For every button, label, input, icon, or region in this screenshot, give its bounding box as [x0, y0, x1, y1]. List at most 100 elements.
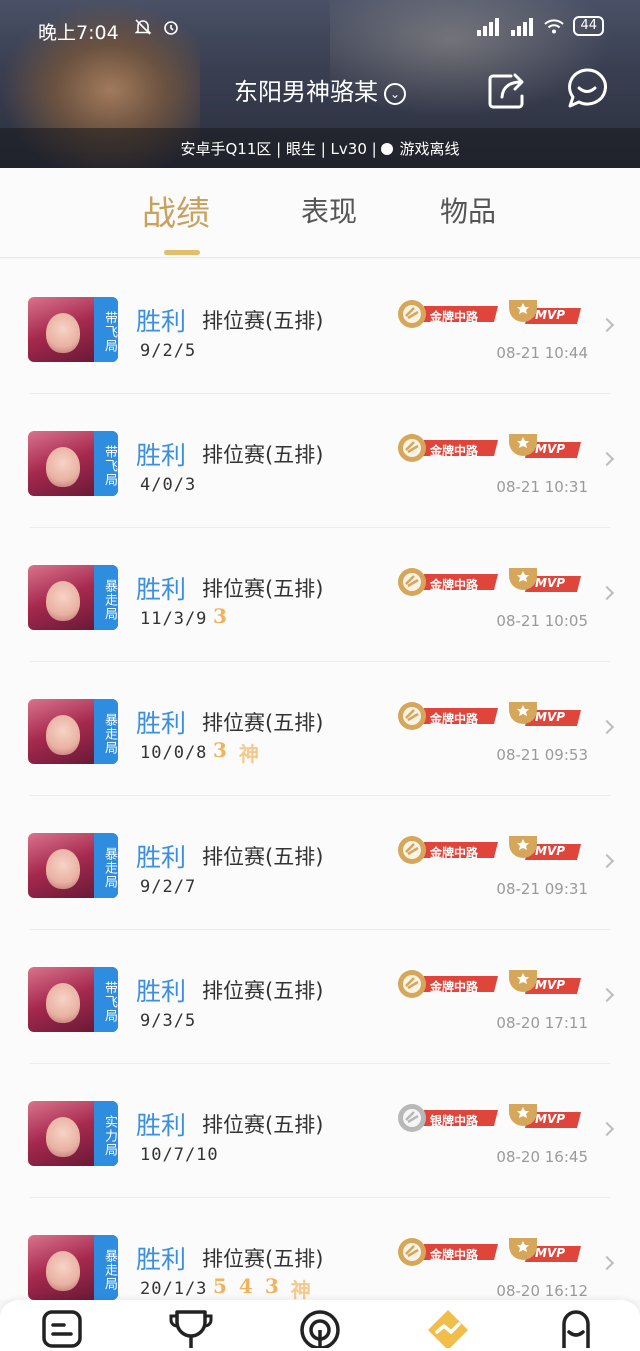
- hero-avatar: 带飞局: [28, 297, 118, 362]
- match-time: 08-20 16:45: [496, 1148, 588, 1166]
- kill-streak-mark: 4: [238, 1274, 253, 1298]
- lane-badge-label: 金牌中路: [430, 1248, 479, 1262]
- match-list[interactable]: 带飞局 胜利 排位赛(五排) 9/2/5 金牌中路 MVP 08-21 10:4…: [0, 260, 640, 1300]
- hero-avatar: 实力局: [28, 1101, 118, 1166]
- match-row[interactable]: 实力局 胜利 排位赛(五排) 10/7/10 银牌中路 MVP 08-20 16…: [0, 1064, 640, 1198]
- player-server-rank: 安卓手Q11区 | 眼生 | Lv30 |: [180, 140, 377, 158]
- player-name: 东阳男神骆某: [234, 78, 378, 106]
- chevron-right-icon[interactable]: [599, 585, 615, 601]
- chevron-right-icon[interactable]: [599, 1121, 615, 1137]
- chevron-down-circle-icon[interactable]: ⌄: [384, 83, 406, 105]
- match-result: 胜利: [136, 307, 187, 336]
- match-tag: 暴走局: [94, 565, 118, 630]
- lane-badge: 金牌中路: [394, 700, 502, 732]
- match-row[interactable]: 暴走局 胜利 排位赛(五排) 20/1/3 543神 金牌中路 MVP 08-2…: [0, 1198, 640, 1300]
- match-tag: 带飞局: [94, 967, 118, 1032]
- match-result: 胜利: [136, 977, 187, 1006]
- match-row[interactable]: 暴走局 胜利 排位赛(五排) 11/3/9 3 金牌中路 MVP 08-21 1…: [0, 528, 640, 662]
- mvp-badge: MVP: [507, 566, 583, 598]
- status-bar: 晚上7:04 44: [0, 14, 640, 48]
- trend-diamond-icon[interactable]: [424, 1308, 472, 1348]
- lane-badge: 金牌中路: [394, 1236, 502, 1268]
- chat-bubble-icon[interactable]: [565, 66, 609, 110]
- bottom-navigation: [0, 1300, 640, 1351]
- match-result: 胜利: [136, 575, 187, 604]
- match-time: 08-20 16:12: [496, 1282, 588, 1300]
- hero-portrait: [46, 715, 80, 755]
- match-tag: 带飞局: [94, 297, 118, 362]
- match-time: 08-21 10:05: [496, 612, 588, 630]
- mvp-label: MVP: [535, 844, 566, 858]
- match-row[interactable]: 带飞局 胜利 排位赛(五排) 9/2/5 金牌中路 MVP 08-21 10:4…: [0, 260, 640, 394]
- profile-name-row[interactable]: 东阳男神骆某 ⌄: [0, 72, 640, 107]
- mvp-label: MVP: [535, 576, 566, 590]
- chevron-right-icon[interactable]: [599, 1255, 615, 1271]
- hero-portrait: [46, 983, 80, 1023]
- match-mode: 排位赛(五排): [202, 711, 324, 735]
- lane-badge-label: 金牌中路: [430, 310, 479, 324]
- mvp-label: MVP: [535, 978, 566, 992]
- status-system-icons: 44: [475, 16, 604, 36]
- match-mode: 排位赛(五排): [202, 979, 324, 1003]
- match-row[interactable]: 带飞局 胜利 排位赛(五排) 9/3/5 金牌中路 MVP 08-20 17:1…: [0, 930, 640, 1064]
- battery-indicator: 44: [573, 16, 604, 36]
- wifi-icon: [544, 19, 565, 34]
- match-mode: 排位赛(五排): [202, 309, 324, 333]
- match-time: 08-21 09:53: [496, 746, 588, 764]
- match-tag: 暴走局: [94, 833, 118, 898]
- chevron-right-icon[interactable]: [599, 853, 615, 869]
- match-kda: 4/0/3: [140, 475, 197, 495]
- mvp-badge: MVP: [507, 298, 583, 330]
- status-notification-icons: [134, 18, 180, 36]
- match-time: 08-21 10:44: [496, 344, 588, 362]
- hero-portrait: [46, 849, 80, 889]
- hero-portrait: [46, 581, 80, 621]
- hero-avatar: 暴走局: [28, 1235, 118, 1300]
- tab-performance[interactable]: 表现: [301, 190, 357, 230]
- hero-avatar: 暴走局: [28, 565, 118, 630]
- match-kda: 10/7/10: [140, 1145, 219, 1165]
- hero-avatar: 暴走局: [28, 699, 118, 764]
- tab-items[interactable]: 物品: [440, 190, 496, 230]
- chevron-right-icon[interactable]: [599, 719, 615, 735]
- match-kda: 9/2/7: [140, 877, 197, 897]
- kill-streaks: 3: [213, 604, 227, 628]
- match-row[interactable]: 暴走局 胜利 排位赛(五排) 9/2/7 金牌中路 MVP 08-21 09:3…: [0, 796, 640, 930]
- profile-icon[interactable]: [552, 1308, 600, 1348]
- match-time: 08-21 10:31: [496, 478, 588, 496]
- match-result: 胜利: [136, 441, 187, 470]
- kill-streak-mark: 神: [238, 742, 259, 766]
- chevron-right-icon[interactable]: [599, 987, 615, 1003]
- hero-portrait: [46, 1117, 80, 1157]
- mvp-badge: MVP: [507, 834, 583, 866]
- match-time: 08-21 09:31: [496, 880, 588, 898]
- match-row[interactable]: 暴走局 胜利 排位赛(五排) 10/0/8 3神 金牌中路 MVP 08-21 …: [0, 662, 640, 796]
- match-tag: 带飞局: [94, 431, 118, 496]
- match-kda: 10/0/8: [140, 743, 208, 763]
- chat-list-icon[interactable]: [38, 1308, 86, 1348]
- lane-badge-label: 金牌中路: [430, 444, 479, 458]
- profile-subtitle: 安卓手Q11区 | 眼生 | Lv30 | 游戏离线: [0, 138, 640, 159]
- mvp-badge: MVP: [507, 1102, 583, 1134]
- kill-streak-mark: 5: [213, 1274, 227, 1298]
- target-icon[interactable]: [296, 1308, 344, 1348]
- chevron-right-icon[interactable]: [599, 317, 615, 333]
- kill-streak-mark: 神: [290, 1278, 311, 1300]
- game-status: 游戏离线: [399, 140, 460, 158]
- match-row[interactable]: 带飞局 胜利 排位赛(五排) 4/0/3 金牌中路 MVP 08-21 10:3…: [0, 394, 640, 528]
- match-tag: 实力局: [94, 1101, 118, 1166]
- chevron-right-icon[interactable]: [599, 451, 615, 467]
- match-tag: 暴走局: [94, 699, 118, 764]
- active-tab-indicator: [164, 250, 200, 255]
- mvp-badge: MVP: [507, 968, 583, 1000]
- share-icon[interactable]: [487, 70, 529, 110]
- lane-badge: 金牌中路: [394, 432, 502, 464]
- trophy-icon[interactable]: [167, 1308, 215, 1348]
- hero-portrait: [46, 313, 80, 353]
- match-mode: 排位赛(五排): [202, 443, 324, 467]
- lane-badge-label: 金牌中路: [430, 980, 479, 994]
- tab-bar: 战绩 表现 物品: [0, 168, 640, 258]
- hero-avatar: 暴走局: [28, 833, 118, 898]
- tab-record[interactable]: 战绩: [142, 186, 210, 235]
- kill-streak-mark: 3: [213, 738, 227, 762]
